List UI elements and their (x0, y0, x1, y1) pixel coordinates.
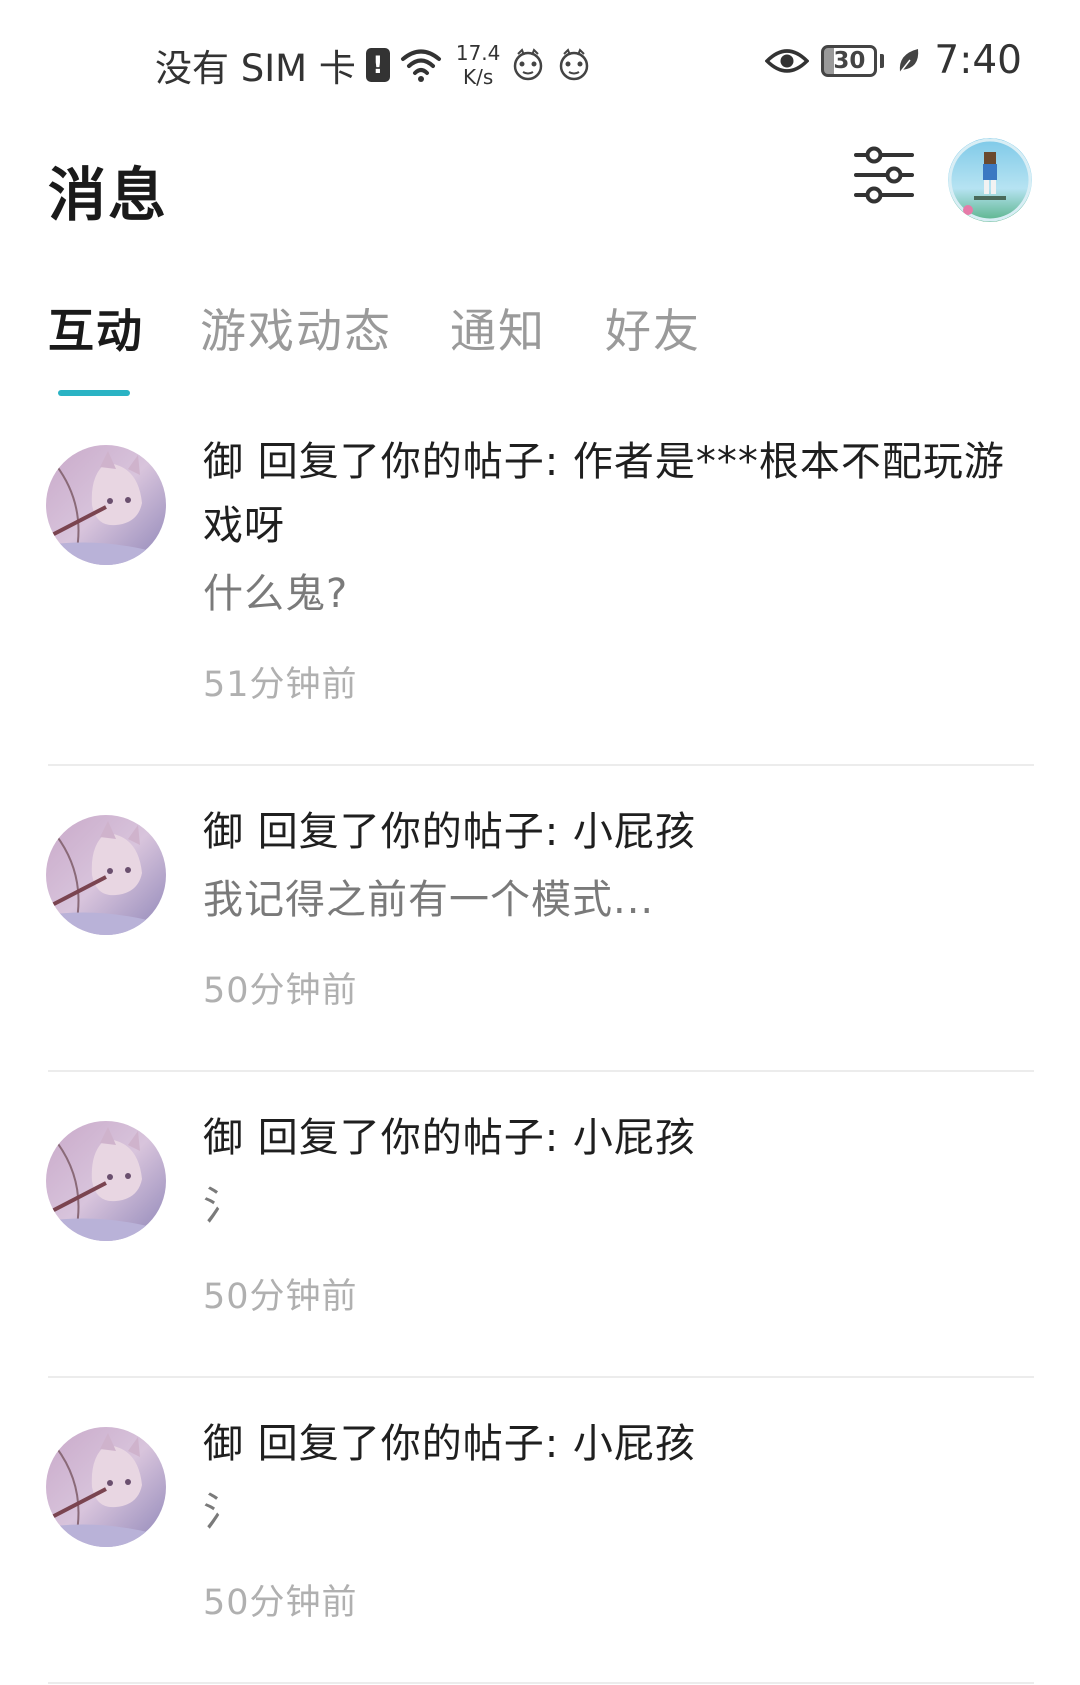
tab-interaction[interactable]: 互动 (48, 295, 144, 361)
avatar[interactable] (46, 1427, 166, 1547)
divider (48, 1376, 1034, 1378)
message-title: 御 回复了你的帖子: 小屁孩 (203, 1421, 696, 1467)
app-notification-icon (560, 48, 589, 81)
sim-alert-icon: ! (365, 48, 390, 82)
filter-button[interactable] (852, 145, 916, 205)
status-bar: 没有 SIM 卡 ! 17.4 K/s 30 7:40 (0, 0, 1080, 120)
message-time: 50分钟前 (203, 1277, 358, 1317)
divider (48, 1070, 1034, 1072)
message-title: 御 回复了你的帖子: 作者是***根本不配玩游戏呀 (203, 439, 1005, 549)
status-left: 没有 SIM 卡 ! 17.4 K/s (155, 38, 592, 92)
net-speed: 17.4 K/s (456, 41, 501, 89)
divider (48, 1682, 1034, 1684)
net-speed-value: 17.4 (455, 41, 501, 65)
message-title: 御 回复了你的帖子: 小屁孩 (203, 1115, 696, 1161)
message-content: 御 回复了你的帖子: 小屁孩 氵 50分钟前 (203, 1412, 1023, 1625)
profile-avatar[interactable] (948, 138, 1032, 222)
message-content: 御 回复了你的帖子: 小屁孩 我记得之前有一个模式... 50分钟前 (203, 800, 1023, 1013)
user-avatar-image (46, 815, 166, 935)
avatar[interactable] (46, 445, 166, 565)
message-time: 50分钟前 (203, 1583, 358, 1623)
tab-notifications[interactable]: 通知 (450, 295, 546, 361)
tab-bar: 互动 游戏动态 通知 好友 (0, 295, 1080, 405)
message-title: 御 回复了你的帖子: 小屁孩 (203, 809, 696, 855)
message-content: 御 回复了你的帖子: 小屁孩 氵 50分钟前 (203, 1106, 1023, 1319)
net-speed-unit: K/s (462, 65, 494, 89)
message-preview: 氵 (203, 1183, 244, 1229)
list-item[interactable]: 御 回复了你的帖子: 小屁孩 氵 50分钟前 (0, 1106, 1080, 1371)
divider (48, 764, 1034, 766)
list-item[interactable]: 御 回复了你的帖子: 小屁孩 我记得之前有一个模式... 50分钟前 (0, 800, 1080, 1065)
user-avatar-image (46, 445, 166, 565)
tab-friends[interactable]: 好友 (605, 295, 701, 361)
message-time: 51分钟前 (203, 665, 358, 705)
avatar[interactable] (46, 815, 166, 935)
active-tab-indicator (58, 390, 130, 396)
message-preview: 什么鬼? (203, 571, 349, 617)
header: 消息 (0, 130, 1080, 240)
user-avatar-image (46, 1427, 166, 1547)
list-item[interactable]: 御 回复了你的帖子: 作者是***根本不配玩游戏呀 什么鬼? 51分钟前 (0, 430, 1080, 765)
sliders-icon (854, 146, 914, 204)
profile-avatar-image (948, 138, 1032, 222)
wifi-icon (400, 49, 441, 82)
user-avatar-image (46, 1121, 166, 1241)
message-preview: 氵 (203, 1489, 244, 1535)
list-item[interactable]: 御 回复了你的帖子: 小屁孩 氵 50分钟前 (0, 1412, 1080, 1677)
clock: 7:40 (934, 38, 1022, 83)
battery-indicator: 30 (821, 44, 885, 77)
battery-tip (880, 53, 885, 68)
page-title: 消息 (48, 161, 169, 229)
leaf-icon (898, 48, 919, 74)
carrier-text: 没有 SIM 卡 (155, 47, 356, 90)
message-content: 御 回复了你的帖子: 作者是***根本不配玩游戏呀 什么鬼? 51分钟前 (203, 430, 1023, 707)
eye-icon (765, 48, 810, 73)
avatar[interactable] (46, 1121, 166, 1241)
message-preview: 我记得之前有一个模式... (203, 877, 655, 923)
tab-game-updates[interactable]: 游戏动态 (200, 295, 392, 361)
app-notification-icon (514, 48, 543, 81)
status-right: 30 7:40 (765, 38, 1022, 83)
message-time: 50分钟前 (203, 971, 358, 1011)
battery-level: 30 (821, 44, 878, 77)
